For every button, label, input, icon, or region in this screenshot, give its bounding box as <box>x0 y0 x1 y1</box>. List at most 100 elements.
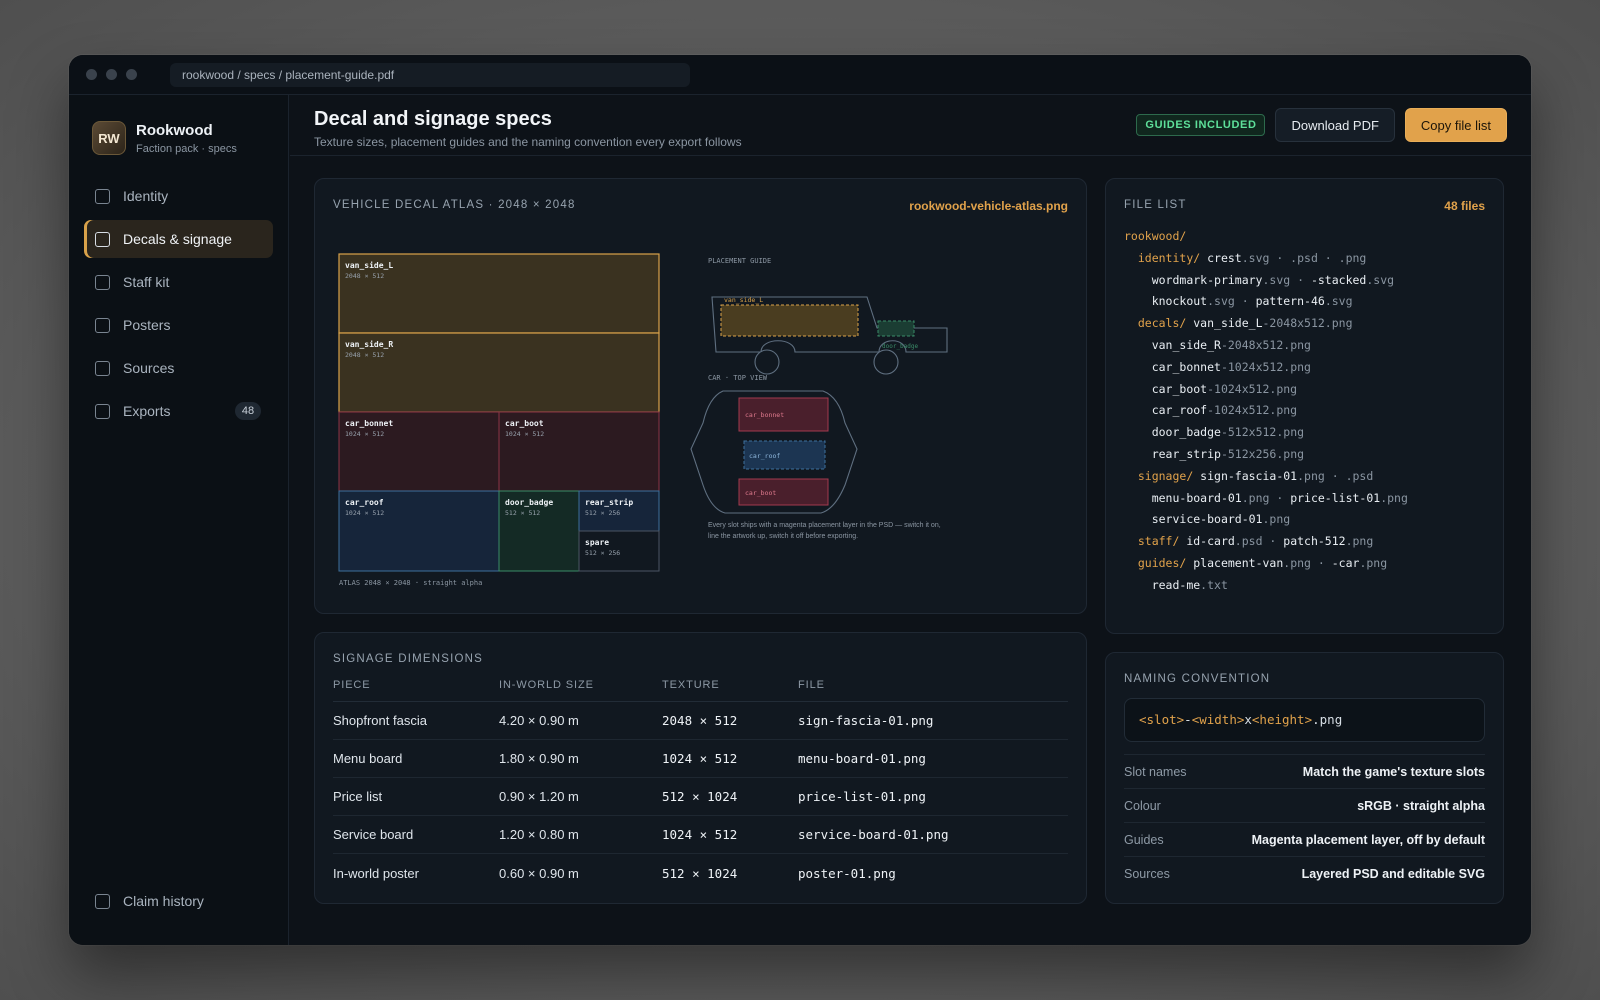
signage-card: SIGNAGE DIMENSIONS PIECE IN-WORLD SIZE T… <box>314 632 1087 904</box>
file-tree-token: car_roof <box>1151 403 1208 418</box>
size-cell: 0.60 × 0.90 m <box>499 865 579 881</box>
atlas-card: VEHICLE DECAL ATLAS · 2048 × 2048 rookwo… <box>314 178 1087 614</box>
slot-size: 512 × 256 <box>585 549 620 557</box>
file-tree-token: -2048x512.png <box>1262 316 1353 331</box>
size-cell: 4.20 × 0.90 m <box>499 713 579 728</box>
sidebar-item-decals-signage[interactable]: Decals & signage <box>84 220 273 258</box>
file-tree-token: service-board-01 <box>1151 512 1263 527</box>
file-tree-token: staff/ <box>1137 534 1180 549</box>
guide-note-line-2: line the artwork up, switch it off befor… <box>708 533 858 540</box>
file-tree-token: patch-512 <box>1283 534 1346 549</box>
naming-title: NAMING CONVENTION <box>1124 673 1271 685</box>
file-tree-token: car_bonnet <box>1151 359 1221 374</box>
van-side-placement <box>720 304 859 337</box>
main-content: Decal and signage specs Texture sizes, p… <box>290 95 1531 945</box>
file-tree-token: car_boot <box>1151 381 1208 396</box>
file-tree-token: -1024x512.png <box>1207 381 1298 396</box>
file-tree-token: .png · <box>1241 490 1291 505</box>
close-dot[interactable] <box>86 69 97 80</box>
sidebar-item-posters[interactable]: Posters <box>84 306 273 344</box>
file-tree-token <box>1124 360 1152 374</box>
file-cell: menu-board-01.png <box>798 751 926 766</box>
file-tree-token: -512x512.png <box>1220 425 1305 440</box>
slot-name: spare <box>585 538 609 547</box>
rule-key: Colour <box>1124 799 1161 813</box>
signage-title: SIGNAGE DIMENSIONS <box>333 653 484 665</box>
file-tree-token: -1024x512.png <box>1220 359 1311 374</box>
sidebar: RW Rookwood Faction pack · specs Identit… <box>69 95 289 945</box>
sidebar-item-label: Exports <box>123 403 171 419</box>
sidebar-item-exports[interactable]: Exports 48 <box>84 392 273 430</box>
file-tree-line: service-board-01.png <box>1124 509 1408 531</box>
file-tree-token: placement-van <box>1186 555 1284 570</box>
file-tree-token <box>1124 491 1152 505</box>
slot-name: car_roof <box>345 498 384 507</box>
rule-value: Layered PSD and editable SVG <box>1301 867 1485 881</box>
sidebar-item-label: Sources <box>123 360 175 376</box>
file-tree-token: -512x256.png <box>1220 446 1305 461</box>
file-tree-line: wordmark-primary.svg · -stacked.svg <box>1124 270 1408 292</box>
file-tree-line: read-me.txt <box>1124 575 1408 597</box>
file-tree-line: signage/ sign-fascia-01.png · .psd <box>1124 466 1408 488</box>
column-header: TEXTURE <box>662 679 720 691</box>
file-tree-token <box>1124 578 1152 592</box>
table-row: In-world poster 0.60 × 0.90 m 512 × 1024… <box>333 854 1068 892</box>
file-tree-token: .svg · <box>1207 294 1256 309</box>
pattern-token: <height> <box>1251 712 1313 727</box>
file-tree-token: menu-board-01 <box>1151 490 1242 505</box>
file-tree-token: pattern-46 <box>1255 294 1325 309</box>
van-side-label: van_side_L <box>724 296 763 304</box>
file-tree-token: .svg · .psd · .png <box>1241 250 1367 265</box>
file-tree-line: rear_strip-512x256.png <box>1124 444 1408 466</box>
file-tree-token: door_badge <box>1151 425 1221 440</box>
slot-name: van_side_R <box>345 339 393 349</box>
slot-name: van_side_L <box>345 260 393 270</box>
rule-row: Guides Magenta placement layer, off by d… <box>1124 822 1485 856</box>
file-tree-token: -1024x512.png <box>1207 403 1298 418</box>
texture-cell: 1024 × 512 <box>662 827 738 842</box>
brand-name: Rookwood <box>136 121 213 139</box>
file-tree-token <box>1124 273 1152 287</box>
file-tree-token <box>1124 425 1152 439</box>
file-tree-token: knockout <box>1151 294 1208 309</box>
atlas-footer: ATLAS 2048 × 2048 · straight alpha <box>339 579 482 587</box>
file-tree-token: .png <box>1359 555 1388 570</box>
sidebar-item-sources[interactable]: Sources <box>84 349 273 387</box>
file-tree-token <box>1124 382 1152 396</box>
file-cell: service-board-01.png <box>798 827 949 842</box>
guide-note-line-1: Every slot ships with a magenta placemen… <box>708 522 941 529</box>
sidebar-item-claim-history[interactable]: Claim history <box>84 882 273 920</box>
file-list-card: FILE LIST 48 files rookwood/ identity/ c… <box>1105 178 1504 634</box>
file-tree-line: car_boot-1024x512.png <box>1124 379 1408 401</box>
download-pdf-button[interactable]: Download PDF <box>1275 108 1395 142</box>
piece-cell: Price list <box>333 789 383 804</box>
file-tree-token: read-me <box>1151 577 1201 592</box>
maximize-dot[interactable] <box>126 69 137 80</box>
table-row: Menu board 1.80 × 0.90 m 1024 × 512 menu… <box>333 740 1068 778</box>
slot-size: 2048 × 512 <box>345 272 384 280</box>
door-badge-placement <box>877 320 915 337</box>
file-tree-line: knockout.svg · pattern-46.svg <box>1124 291 1408 313</box>
pattern-token: - <box>1184 712 1192 727</box>
texture-cell: 1024 × 512 <box>662 751 738 766</box>
file-tree-token: .png <box>1262 512 1291 527</box>
table-row: Price list 0.90 × 1.20 m 512 × 1024 pric… <box>333 778 1068 816</box>
atlas-diagram: van_side_L 2048 × 512 van_side_R 2048 × … <box>338 253 948 587</box>
sidebar-item-staff-kit[interactable]: Staff kit <box>84 263 273 301</box>
file-tree-token: decals/ <box>1137 316 1187 331</box>
file-tree-line: van_side_R-2048x512.png <box>1124 335 1408 357</box>
file-tree-token: .psd · <box>1234 534 1284 549</box>
copy-file-list-button[interactable]: Copy file list <box>1404 108 1507 142</box>
column-header: FILE <box>798 679 825 691</box>
file-count: 48 files <box>1444 199 1485 213</box>
sidebar-item-identity[interactable]: Identity <box>84 177 273 215</box>
rule-row: Colour sRGB · straight alpha <box>1124 788 1485 822</box>
minimize-dot[interactable] <box>106 69 117 80</box>
rule-row: Slot names Match the game's texture slot… <box>1124 754 1485 788</box>
file-tree-token: van_side_L <box>1186 316 1263 331</box>
file-tree-token <box>1124 316 1138 330</box>
address-bar[interactable]: rookwood / specs / placement-guide.pdf <box>170 62 690 87</box>
piece-cell: Menu board <box>333 751 403 766</box>
sidebar-nav: Identity Decals & signage Staff kit Post… <box>69 177 288 430</box>
file-tree-token <box>1124 469 1138 483</box>
